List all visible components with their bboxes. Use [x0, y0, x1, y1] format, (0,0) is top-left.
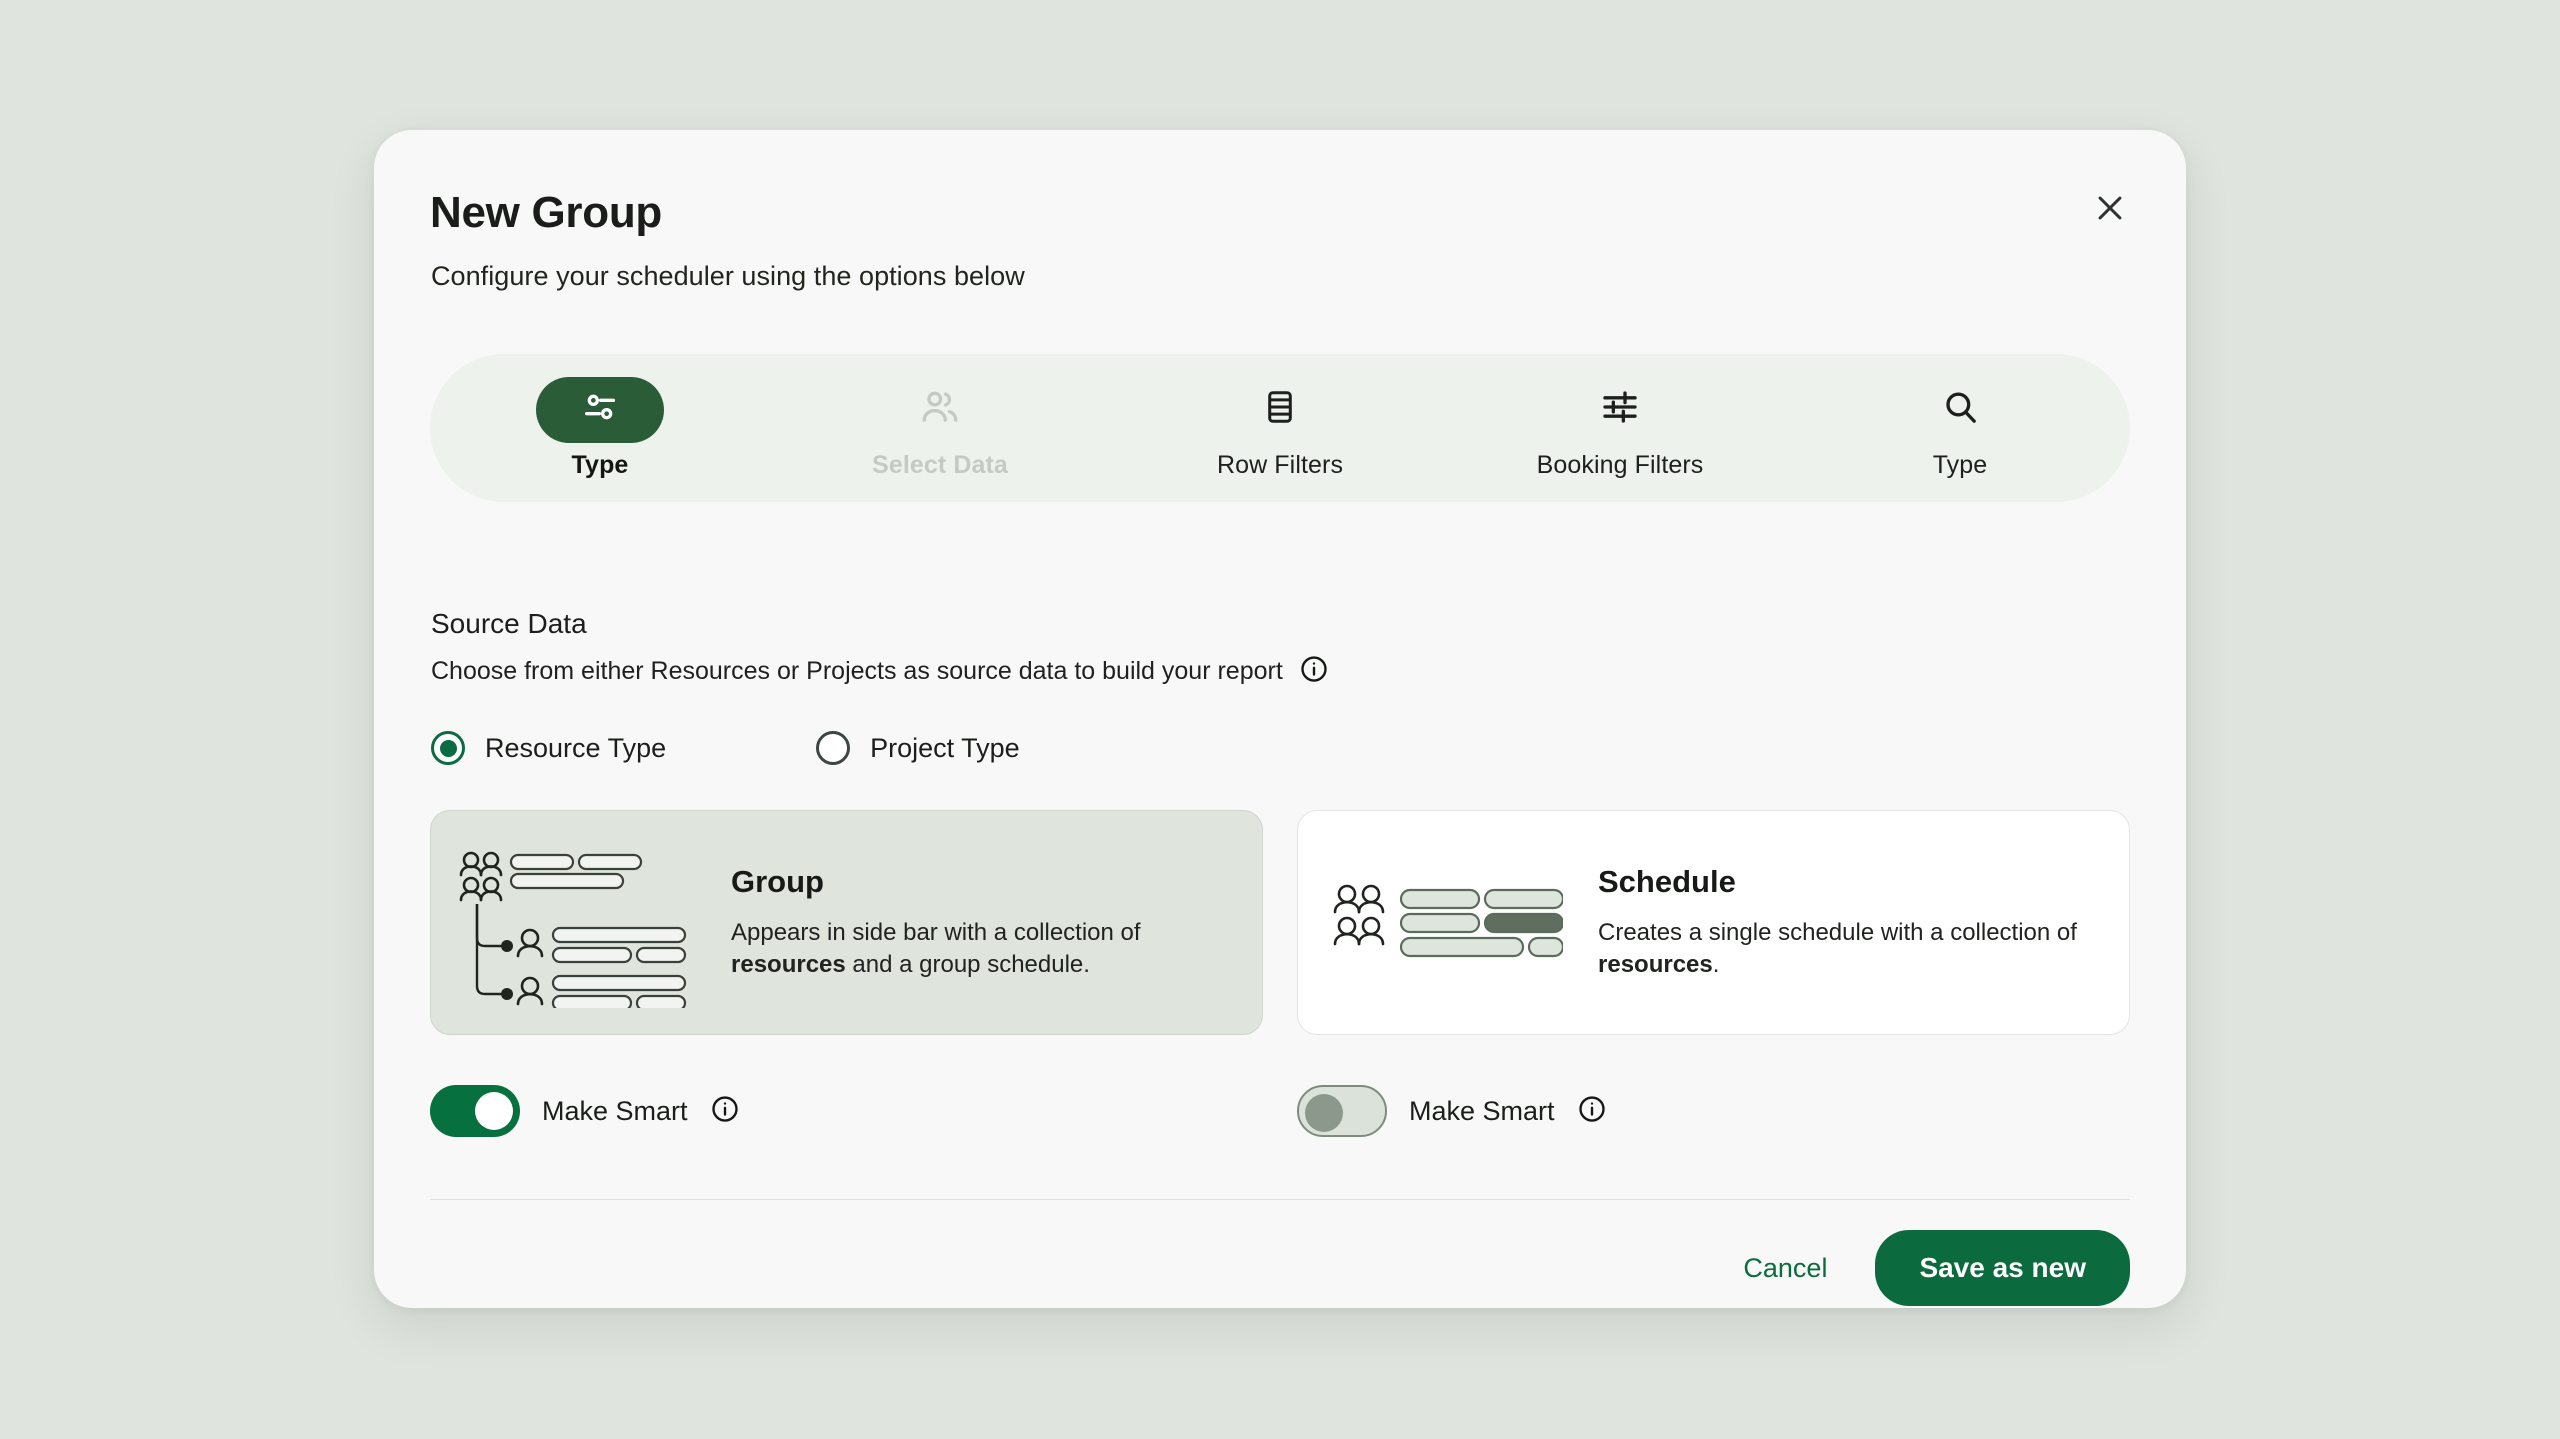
desc-pre: Creates a single schedule with a collect… [1598, 919, 2077, 947]
option-card-heading: Schedule [1598, 864, 1736, 900]
radio-project-type[interactable]: Project Type [816, 731, 1020, 765]
source-data-description: Choose from either Resources or Projects… [431, 657, 1283, 685]
page-title: New Group [430, 188, 662, 237]
radio-unselected-icon [816, 731, 851, 765]
option-cards: Group Appears in side bar with a collect… [430, 810, 2130, 1035]
option-card-group[interactable]: Group Appears in side bar with a collect… [430, 810, 1263, 1035]
make-smart-schedule-toggle[interactable] [1297, 1085, 1387, 1137]
tab-booking-filters[interactable]: Booking Filters [1450, 354, 1790, 502]
tab-icon-wrap [1556, 377, 1684, 443]
footer-divider [430, 1199, 2130, 1200]
tab-type-last[interactable]: Type [1790, 354, 2130, 502]
desc-bold: resources [731, 951, 846, 978]
close-icon [2093, 191, 2127, 225]
desc-pre: Appears in side bar with a collection of [731, 919, 1141, 947]
info-icon[interactable] [1299, 654, 1329, 689]
dialog-footer: Cancel Save as new [1717, 1230, 2130, 1306]
filter-sliders-icon [1600, 387, 1640, 432]
tab-label: Type [1932, 450, 1988, 479]
info-icon[interactable] [1577, 1094, 1607, 1129]
tab-label: Select Data [872, 450, 1008, 479]
source-data-title: Source Data [431, 608, 587, 639]
save-as-new-button[interactable]: Save as new [1875, 1230, 2130, 1306]
rows-table-icon [1261, 388, 1299, 431]
option-card-text: Group Appears in side bar with a collect… [731, 864, 1262, 981]
radio-resource-type[interactable]: Resource Type [431, 731, 666, 765]
desc-post: . [1712, 951, 1720, 978]
tab-icon-wrap [536, 376, 664, 443]
users-icon [919, 386, 961, 433]
tab-type-first[interactable]: Type [430, 354, 770, 502]
desc-bold: resources [1598, 951, 1713, 978]
make-smart-group-label: Make Smart [542, 1095, 688, 1126]
info-icon[interactable] [710, 1094, 740, 1129]
option-card-schedule[interactable]: Schedule Creates a single schedule with … [1297, 810, 2130, 1035]
tab-icon-wrap [1896, 377, 2024, 443]
tab-select-data[interactable]: Select Data [770, 354, 1110, 502]
source-type-radio-group: Resource Type Project Type [431, 731, 1020, 765]
tab-label: Type [571, 450, 629, 479]
desc-post: and a group schedule. [845, 951, 1090, 978]
new-group-dialog: New Group Configure your scheduler using… [374, 130, 2186, 1308]
radio-selected-icon [431, 731, 465, 765]
sliders-toggle-icon [580, 387, 620, 432]
radio-label: Project Type [870, 732, 1020, 763]
screen: New Group Configure your scheduler using… [0, 0, 2560, 1439]
close-button[interactable] [2082, 180, 2138, 236]
option-card-description: Appears in side bar with a collection of… [731, 917, 1236, 981]
make-smart-schedule-cell: Make Smart [1297, 1085, 2130, 1137]
tab-row-filters[interactable]: Row Filters [1110, 354, 1450, 502]
source-data-description-row: Choose from either Resources or Projects… [431, 654, 1329, 689]
make-smart-toggles: Make Smart Make Smart [430, 1085, 2130, 1137]
make-smart-group-toggle[interactable] [430, 1085, 520, 1137]
stepper-tabs: Type Select Data Row Filters Booking Fil… [430, 354, 2130, 502]
make-smart-group-cell: Make Smart [430, 1085, 1263, 1137]
option-card-description: Creates a single schedule with a collect… [1598, 917, 2103, 981]
toggle-knob [475, 1092, 513, 1130]
toggle-knob [1305, 1094, 1343, 1132]
search-icon [1940, 387, 1980, 432]
group-hierarchy-illustration [431, 838, 731, 1008]
option-card-text: Schedule Creates a single schedule with … [1598, 864, 2129, 981]
tab-label: Row Filters [1216, 450, 1344, 479]
make-smart-schedule-label: Make Smart [1409, 1095, 1555, 1126]
tab-label: Booking Filters [1536, 450, 1704, 479]
tab-icon-wrap [1216, 377, 1344, 443]
tab-icon-wrap [876, 377, 1004, 443]
option-card-heading: Group [731, 864, 824, 900]
schedule-bars-illustration [1298, 868, 1598, 978]
radio-label: Resource Type [485, 732, 667, 763]
cancel-button[interactable]: Cancel [1717, 1235, 1853, 1302]
dialog-subtitle: Configure your scheduler using the optio… [431, 261, 1025, 291]
